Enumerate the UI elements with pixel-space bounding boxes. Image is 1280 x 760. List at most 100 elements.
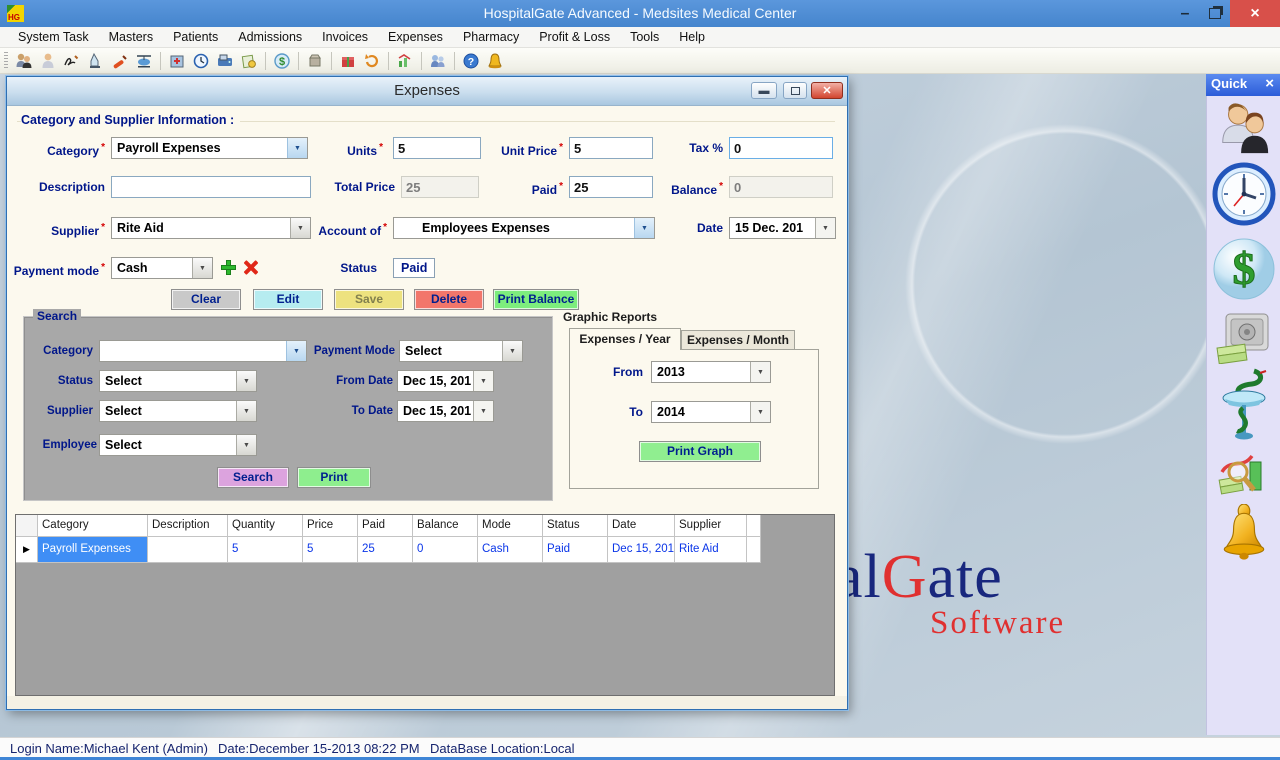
undo-icon[interactable] bbox=[362, 51, 382, 71]
grid-column-header[interactable]: Mode bbox=[478, 515, 543, 537]
save-button[interactable]: Save bbox=[334, 289, 404, 310]
print-button[interactable]: Print bbox=[297, 467, 371, 488]
signature-icon[interactable] bbox=[62, 51, 82, 71]
menu-masters[interactable]: Masters bbox=[99, 27, 163, 48]
tab-expenses-month[interactable]: Expenses / Month bbox=[681, 330, 795, 350]
quick-panel-close-icon[interactable]: × bbox=[1265, 75, 1274, 92]
table-row[interactable]: ▶ Payroll Expenses 5 5 25 0 Cash Paid De… bbox=[16, 537, 834, 563]
graph-from-year-combo[interactable]: 2013▼ bbox=[651, 361, 771, 383]
menu-expenses[interactable]: Expenses bbox=[378, 27, 453, 48]
window-restore-button[interactable] bbox=[1200, 0, 1230, 27]
row-selector-cell[interactable]: ▶ bbox=[16, 537, 38, 563]
grid-column-header[interactable]: Date bbox=[608, 515, 675, 537]
search-from-date-picker[interactable]: Dec 15, 2013▼ bbox=[397, 370, 494, 392]
finance-dollar-icon[interactable]: $ bbox=[1211, 236, 1277, 307]
search-supplier-combo[interactable]: Select▼ bbox=[99, 400, 257, 422]
description-input[interactable] bbox=[111, 176, 311, 198]
grid-column-header[interactable]: Balance bbox=[413, 515, 478, 537]
supplies-gift-icon[interactable] bbox=[338, 51, 358, 71]
units-label: Units bbox=[307, 137, 383, 159]
grid-cell-description[interactable] bbox=[148, 537, 228, 563]
grid-cell-supplier[interactable]: Rite Aid bbox=[675, 537, 747, 563]
grid-cell-quantity[interactable]: 5 bbox=[228, 537, 303, 563]
grid-cell-mode[interactable]: Cash bbox=[478, 537, 543, 563]
grid-column-header[interactable]: Price bbox=[303, 515, 358, 537]
date-picker[interactable]: 15 Dec. 201▼ bbox=[729, 217, 836, 239]
search-to-date-picker[interactable]: Dec 15, 2013▼ bbox=[397, 400, 494, 422]
delete-payment-mode-icon[interactable] bbox=[243, 260, 258, 275]
alerts-bell-icon[interactable] bbox=[485, 51, 505, 71]
payment-mode-combo[interactable]: Cash▼ bbox=[111, 257, 213, 279]
clear-button[interactable]: Clear bbox=[171, 289, 241, 310]
grid-column-header[interactable]: Category bbox=[38, 515, 148, 537]
grid-column-header[interactable]: Status bbox=[543, 515, 608, 537]
grid-column-header[interactable]: Description bbox=[148, 515, 228, 537]
dialog-minimize-button[interactable]: ▬ bbox=[751, 82, 777, 99]
grid-cell-paid[interactable]: 25 bbox=[358, 537, 413, 563]
transport-icon[interactable] bbox=[134, 51, 154, 71]
grid-column-header[interactable]: Paid bbox=[358, 515, 413, 537]
users-icon[interactable] bbox=[1215, 100, 1273, 163]
grid-cell-category[interactable]: Payroll Expenses bbox=[38, 537, 148, 563]
restore-icon bbox=[1209, 8, 1221, 19]
units-input[interactable] bbox=[393, 137, 481, 159]
alerts-bell-icon[interactable] bbox=[1218, 504, 1270, 567]
fax-icon[interactable] bbox=[215, 51, 235, 71]
grid-cell-status[interactable]: Paid bbox=[543, 537, 608, 563]
edit-button[interactable]: Edit bbox=[253, 289, 323, 310]
pharmacy-icon[interactable] bbox=[1220, 368, 1268, 447]
hospital-icon[interactable] bbox=[167, 51, 187, 71]
grid-cell-balance[interactable]: 0 bbox=[413, 537, 478, 563]
print-graph-button[interactable]: Print Graph bbox=[639, 441, 761, 462]
payments-dollar-icon[interactable]: $ bbox=[272, 51, 292, 71]
unit-price-input[interactable] bbox=[569, 137, 653, 159]
menu-admissions[interactable]: Admissions bbox=[228, 27, 312, 48]
window-minimize-button[interactable]: – bbox=[1170, 0, 1200, 27]
graph-to-year-combo[interactable]: 2014▼ bbox=[651, 401, 771, 423]
search-status-combo[interactable]: Select▼ bbox=[99, 370, 257, 392]
prescription-icon[interactable] bbox=[110, 51, 130, 71]
grid-cell-price[interactable]: 5 bbox=[303, 537, 358, 563]
safe-deposit-icon[interactable] bbox=[1216, 312, 1272, 369]
reports-chart-icon[interactable] bbox=[395, 51, 415, 71]
search-payment-mode-combo[interactable]: Select▼ bbox=[399, 340, 523, 362]
clock-icon[interactable] bbox=[1212, 162, 1276, 231]
search-button[interactable]: Search bbox=[217, 467, 289, 488]
dialog-maximize-button[interactable] bbox=[783, 82, 807, 99]
staff-icon[interactable] bbox=[38, 51, 58, 71]
add-payment-mode-icon[interactable] bbox=[221, 260, 236, 275]
account-of-label: Account of bbox=[307, 217, 387, 239]
dialog-close-button[interactable]: ✕ bbox=[811, 82, 843, 99]
patients-group-icon[interactable] bbox=[14, 51, 34, 71]
attendance-icon[interactable] bbox=[428, 51, 448, 71]
menu-tools[interactable]: Tools bbox=[620, 27, 669, 48]
tab-expenses-year[interactable]: Expenses / Year bbox=[569, 328, 681, 350]
paid-input[interactable] bbox=[569, 176, 653, 198]
print-balance-button[interactable]: Print Balance bbox=[493, 289, 579, 310]
category-combo[interactable]: Payroll Expenses▼ bbox=[111, 137, 308, 159]
chevron-down-icon: ▼ bbox=[473, 371, 493, 391]
tax-input[interactable] bbox=[729, 137, 833, 159]
grid-column-header[interactable]: Supplier bbox=[675, 515, 747, 537]
menu-patients[interactable]: Patients bbox=[163, 27, 228, 48]
delete-button[interactable]: Delete bbox=[414, 289, 484, 310]
grid-cell-date[interactable]: Dec 15, 2013 bbox=[608, 537, 675, 563]
billing-icon[interactable] bbox=[239, 51, 259, 71]
menu-help[interactable]: Help bbox=[669, 27, 715, 48]
menu-invoices[interactable]: Invoices bbox=[312, 27, 378, 48]
inventory-box-icon[interactable] bbox=[305, 51, 325, 71]
menu-system-task[interactable]: System Task bbox=[8, 27, 99, 48]
window-close-button[interactable]: × bbox=[1230, 0, 1280, 27]
account-of-combo[interactable]: Employees Expenses▼ bbox=[393, 217, 655, 239]
search-employee-combo[interactable]: Select▼ bbox=[99, 434, 257, 456]
report-analysis-icon[interactable] bbox=[1218, 450, 1270, 507]
lab-icon[interactable] bbox=[86, 51, 106, 71]
menu-profit-loss[interactable]: Profit & Loss bbox=[529, 27, 620, 48]
grid-column-header[interactable]: Quantity bbox=[228, 515, 303, 537]
dialog-titlebar[interactable]: Expenses bbox=[7, 77, 847, 106]
search-category-combo[interactable]: ▼ bbox=[99, 340, 307, 362]
help-icon[interactable]: ? bbox=[461, 51, 481, 71]
schedule-clock-icon[interactable] bbox=[191, 51, 211, 71]
menu-pharmacy[interactable]: Pharmacy bbox=[453, 27, 529, 48]
supplier-combo[interactable]: Rite Aid▼ bbox=[111, 217, 311, 239]
